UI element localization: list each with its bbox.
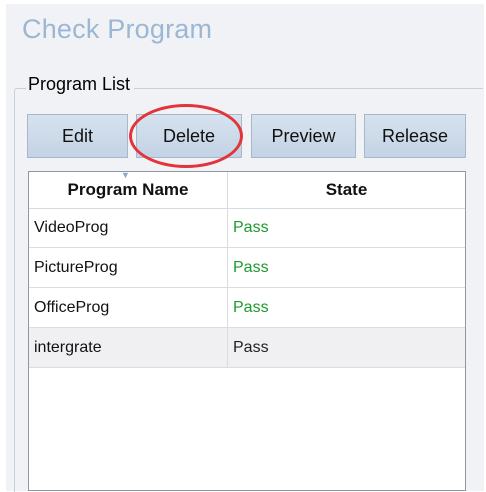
column-header-state[interactable]: State <box>228 172 465 208</box>
edit-button[interactable]: Edit <box>27 114 128 158</box>
program-table: ▼ Program Name State VideoProg Pass Pict… <box>28 170 466 491</box>
state-cell: Pass <box>233 218 269 236</box>
program-name-cell: intergrate <box>29 328 228 367</box>
page-title: Check Program <box>22 14 213 44</box>
program-name-cell: VideoProg <box>29 208 228 247</box>
sort-indicator-icon: ▼ <box>121 170 130 180</box>
program-name-cell: OfficeProg <box>29 288 228 327</box>
column-header-program-name[interactable]: ▼ Program Name <box>29 170 228 208</box>
state-cell: Pass <box>233 338 269 356</box>
program-name-cell: PictureProg <box>29 248 228 287</box>
table-header: ▼ Program Name State <box>29 170 465 209</box>
table-row[interactable]: PictureProg Pass <box>29 248 465 288</box>
table-row[interactable]: VideoProg Pass <box>29 208 465 248</box>
state-cell: Pass <box>233 298 269 316</box>
delete-button[interactable]: Delete <box>136 114 242 158</box>
release-button[interactable]: Release <box>364 114 466 158</box>
program-list-label: Program List <box>26 74 135 95</box>
column-header-label: Program Name <box>67 180 189 199</box>
state-cell: Pass <box>233 258 269 276</box>
table-row-selected[interactable]: intergrate Pass <box>29 328 465 368</box>
column-header-label: State <box>325 180 368 199</box>
preview-button[interactable]: Preview <box>251 114 356 158</box>
table-row[interactable]: OfficeProg Pass <box>29 288 465 328</box>
